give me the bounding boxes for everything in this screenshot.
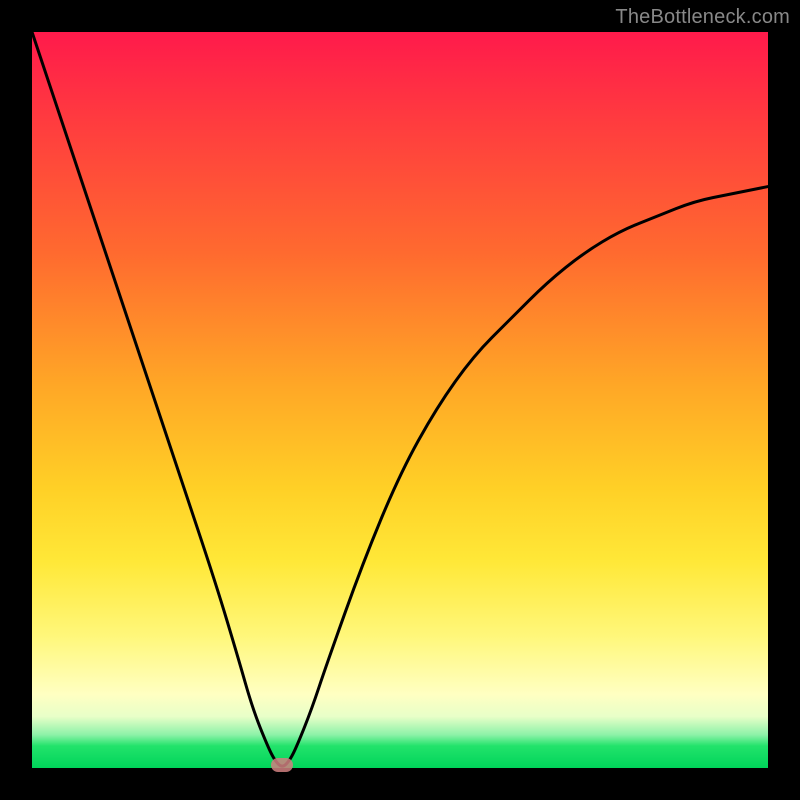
watermark-text: TheBottleneck.com xyxy=(615,6,790,29)
minimum-marker xyxy=(271,758,293,772)
chart-frame: TheBottleneck.com xyxy=(0,0,800,800)
bottleneck-curve xyxy=(32,32,768,768)
plot-area xyxy=(32,32,768,768)
